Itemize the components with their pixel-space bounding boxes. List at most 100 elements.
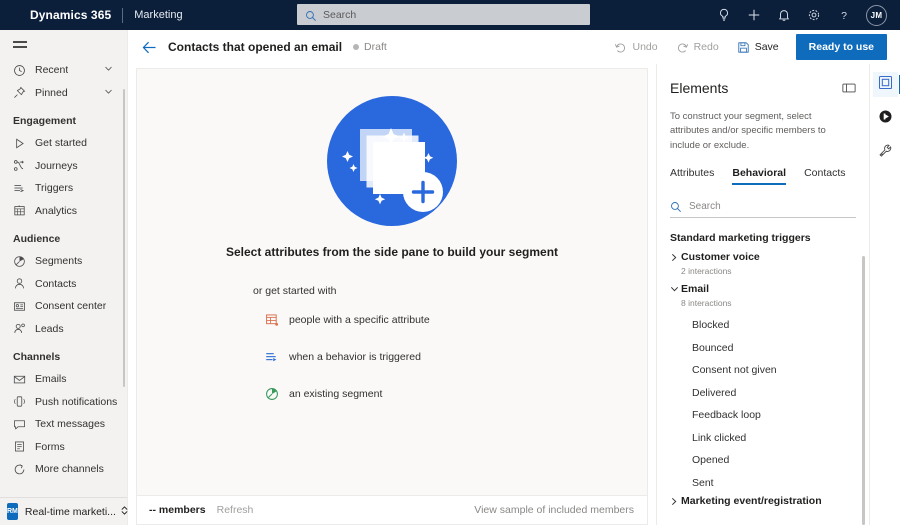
workspace-badge: RM [7, 503, 18, 520]
sidebar-collapse-button[interactable] [0, 30, 127, 57]
undo-icon [614, 41, 627, 54]
chevron-right-icon [670, 253, 681, 262]
option-existing-segment[interactable]: an existing segment [265, 382, 565, 405]
sidebar-group-header: Engagement [13, 115, 77, 128]
elements-panel: Elements To construct your segment, sele… [656, 64, 869, 525]
tab-behavioral[interactable]: Behavioral [732, 167, 786, 185]
tree-leaf-feedback-loop[interactable]: Feedback loop [670, 404, 869, 427]
save-label: Save [754, 41, 779, 53]
main-content: Contacts that opened an email Draft Undo [128, 30, 900, 525]
brand-divider [122, 7, 124, 23]
sidebar-item-contacts[interactable]: Contacts [0, 273, 127, 296]
sidebar-item-forms[interactable]: Forms [0, 436, 127, 459]
undo-button[interactable]: Undo [605, 34, 666, 60]
sidebar-item-label: Triggers [35, 182, 74, 195]
sidebar-item-label: Emails [35, 373, 67, 386]
workspace-switcher[interactable]: RM Real-time marketi... [0, 497, 129, 525]
save-button[interactable]: Save [728, 34, 788, 60]
tree-node-label: Email [681, 283, 710, 296]
rail-tools-button[interactable] [873, 140, 898, 165]
gear-icon[interactable] [806, 8, 821, 23]
sidebar-item-label: Journeys [35, 159, 78, 172]
tree-leaf-blocked[interactable]: Blocked [670, 314, 869, 337]
elements-scrollbar[interactable] [862, 255, 865, 525]
sidebar-item-analytics[interactable]: Analytics [0, 200, 127, 223]
plus-icon[interactable] [746, 8, 761, 23]
tree-leaf-opened[interactable]: Opened [670, 449, 869, 472]
avatar[interactable]: JM [866, 4, 887, 26]
expand-panel-icon[interactable] [842, 81, 856, 95]
sidebar-item-label: Segments [35, 255, 83, 268]
elements-panel-title: Elements [670, 80, 729, 96]
rail-insights-button[interactable] [873, 106, 898, 131]
global-search-input[interactable]: Search [297, 4, 590, 25]
save-icon [737, 41, 750, 54]
tree-leaf-consent-not-given[interactable]: Consent not given [670, 359, 869, 382]
elements-search-input[interactable]: Search [670, 197, 856, 218]
tree-node-toggle[interactable]: Customer voice [670, 250, 869, 265]
pin-icon [13, 86, 26, 99]
refresh-button[interactable]: Refresh [217, 504, 254, 516]
sidebar-item-push-notifications[interactable]: Push notifications [0, 391, 127, 414]
redo-button[interactable]: Redo [667, 34, 728, 60]
help-icon[interactable]: ? [836, 8, 851, 23]
elements-panel-description: To construct your segment, select attrib… [670, 111, 826, 151]
search-placeholder-text: Search [323, 8, 357, 21]
sidebar-item-leads[interactable]: Leads [0, 318, 127, 341]
sidebar-item-more-channels[interactable]: More channels [0, 458, 127, 481]
leads-icon [13, 322, 26, 335]
sidebar-item-recent[interactable]: Recent [0, 59, 127, 82]
command-bar: Contacts that opened an email Draft Undo [128, 30, 900, 64]
tab-attributes[interactable]: Attributes [670, 167, 714, 185]
bell-icon[interactable] [776, 8, 791, 23]
ready-to-use-button[interactable]: Ready to use [795, 34, 887, 60]
tab-contacts[interactable]: Contacts [804, 167, 845, 185]
view-sample-members-link[interactable]: View sample of included members [474, 504, 634, 516]
sidebar-item-consent-center[interactable]: Consent center [0, 295, 127, 318]
tree-node-subtitle: 2 interactions [681, 265, 732, 276]
elements-panel-header: Elements [657, 64, 869, 96]
chevron-down-icon [670, 285, 681, 293]
rail-elements-panel-button[interactable] [872, 72, 900, 97]
tree-node-label: Customer voice [681, 251, 760, 264]
tree-node-toggle[interactable]: Email [670, 282, 869, 297]
quick-start-options: people with a specific attribute when a … [265, 308, 565, 419]
undo-label: Undo [632, 41, 658, 53]
command-bar-actions: Undo Redo Save Ready to use [605, 34, 887, 60]
sidebar-item-text-messages[interactable]: Text messages [0, 413, 127, 436]
tree-leaf-sent[interactable]: Sent [670, 471, 869, 494]
journeys-icon [13, 159, 26, 172]
sidebar-item-segments[interactable]: Segments [0, 250, 127, 273]
app-root: Dynamics 365 Marketing Search ? JM Recen… [0, 0, 900, 525]
option-people-with-attribute[interactable]: people with a specific attribute [265, 308, 565, 331]
sidebar-item-label: Get started [35, 137, 87, 150]
tree-node-customer-voice: Customer voice 2 interactions [670, 250, 869, 276]
tree-leaf-delivered[interactable]: Delivered [670, 381, 869, 404]
empty-state-title: Select attributes from the side pane to … [225, 245, 559, 259]
consent-icon [13, 300, 26, 313]
page-title: Contacts that opened an email [168, 40, 343, 54]
chevron-updown-icon [120, 503, 129, 521]
back-arrow-icon[interactable] [140, 38, 159, 57]
sidebar-item-get-started[interactable]: Get started [0, 132, 127, 155]
work-area: Select attributes from the side pane to … [128, 64, 900, 525]
tree-node-toggle[interactable]: Marketing event/registration [670, 494, 869, 509]
tree-leaf-bounced[interactable]: Bounced [670, 336, 869, 359]
status-label: Draft [364, 41, 387, 53]
top-nav-actions: ? JM [716, 0, 887, 30]
sidebar-item-triggers[interactable]: Triggers [0, 177, 127, 200]
sidebar-item-journeys[interactable]: Journeys [0, 155, 127, 178]
sidebar-item-emails[interactable]: Emails [0, 368, 127, 391]
search-icon [670, 201, 682, 213]
lightbulb-icon[interactable] [716, 8, 731, 23]
clock-icon [13, 64, 26, 77]
tree-leaf-link-clicked[interactable]: Link clicked [670, 426, 869, 449]
product-brand: Dynamics 365 [30, 8, 112, 22]
sidebar-item-pinned[interactable]: Pinned [0, 82, 127, 105]
insights-play-icon [878, 109, 893, 129]
redo-icon [676, 41, 689, 54]
segments-icon [13, 255, 26, 268]
tree-group-header: Standard marketing triggers [670, 231, 811, 244]
option-label: people with a specific attribute [289, 313, 430, 326]
option-behavior-triggered[interactable]: when a behavior is triggered [265, 345, 565, 368]
